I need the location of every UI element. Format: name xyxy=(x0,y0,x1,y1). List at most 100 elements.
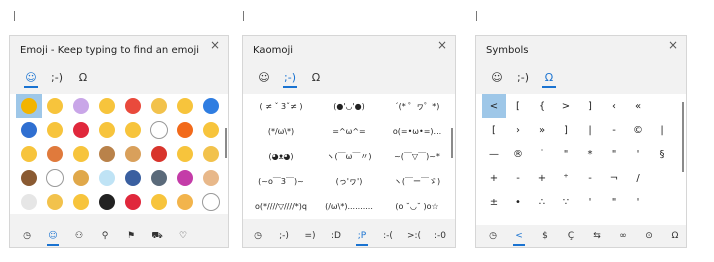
emoji-cell[interactable] xyxy=(42,118,68,142)
emoji-cell[interactable] xyxy=(68,190,94,214)
emoji-cell[interactable] xyxy=(94,142,120,166)
math-category[interactable]: ∞ xyxy=(610,225,636,247)
symbol-cell[interactable]: [ xyxy=(482,118,506,142)
symbol-cell[interactable]: + xyxy=(482,166,506,190)
emoji-cell[interactable] xyxy=(16,94,42,118)
symbol-cell[interactable]: { xyxy=(530,94,554,118)
emoji-cell[interactable] xyxy=(172,118,198,142)
recent-icon[interactable]: ◷ xyxy=(480,225,506,247)
symbol-cell[interactable]: - xyxy=(578,166,602,190)
kaomoji-cell[interactable]: (o ˘◡˘ )o☆ xyxy=(383,194,451,219)
symbol-cell[interactable] xyxy=(650,190,674,214)
kaomoji-category-1[interactable]: ;-) xyxy=(271,225,297,247)
symbol-cell[interactable]: " xyxy=(602,190,626,214)
close-button[interactable]: × xyxy=(437,38,447,52)
balloon-category-icon[interactable]: ⚲ xyxy=(92,225,118,247)
symbol-cell[interactable]: ] xyxy=(554,118,578,142)
tab-kaomoji[interactable]: ;-) xyxy=(277,66,303,88)
kaomoji-category-7[interactable]: :-0 xyxy=(427,225,453,247)
scrollbar[interactable] xyxy=(225,128,227,158)
currency-category[interactable]: $ xyxy=(532,225,558,247)
emoji-cell[interactable] xyxy=(120,94,146,118)
emoji-cell[interactable] xyxy=(16,118,42,142)
kaomoji-category-5[interactable]: :-( xyxy=(375,225,401,247)
symbol-cell[interactable]: ˙ xyxy=(530,142,554,166)
symbol-cell[interactable]: ' xyxy=(626,190,650,214)
tab-emoji[interactable]: ☺ xyxy=(251,66,277,88)
symbol-cell[interactable]: < xyxy=(482,94,506,118)
emoji-cell[interactable] xyxy=(16,142,42,166)
symbol-cell[interactable]: > xyxy=(554,94,578,118)
recent-icon[interactable]: ◷ xyxy=(245,225,271,247)
emoji-cell[interactable] xyxy=(146,190,172,214)
emoji-cell[interactable] xyxy=(146,142,172,166)
emoji-cell[interactable] xyxy=(42,94,68,118)
symbol-cell[interactable]: § xyxy=(650,142,674,166)
symbol-cell[interactable]: ‹ xyxy=(602,94,626,118)
symbol-cell[interactable]: © xyxy=(626,118,650,142)
symbol-cell[interactable]: ∵ xyxy=(554,190,578,214)
symbol-cell[interactable]: ± xyxy=(482,190,506,214)
tab-emoji[interactable]: ☺ xyxy=(18,66,44,88)
scrollbar[interactable] xyxy=(451,128,453,158)
symbol-cell[interactable]: « xyxy=(626,94,650,118)
kaomoji-category-4[interactable]: ;P xyxy=(349,225,375,247)
symbol-cell[interactable]: | xyxy=(650,118,674,142)
symbol-cell[interactable]: ' xyxy=(626,142,650,166)
emoji-cell[interactable] xyxy=(94,118,120,142)
symbol-cell[interactable]: - xyxy=(602,118,626,142)
emoji-cell[interactable] xyxy=(146,118,172,142)
emoji-cell[interactable] xyxy=(68,142,94,166)
symbol-cell[interactable]: » xyxy=(530,118,554,142)
recent-icon[interactable]: ◷ xyxy=(14,225,40,247)
kaomoji-cell[interactable]: (~o￣3￣)~ xyxy=(247,169,315,194)
emoji-cell[interactable] xyxy=(42,142,68,166)
kaomoji-cell[interactable]: =^ω^= xyxy=(315,119,383,144)
heart-category-icon[interactable]: ♡ xyxy=(170,225,196,247)
emoji-cell[interactable] xyxy=(68,166,94,190)
smiley-category-icon[interactable]: ☺ xyxy=(40,225,66,247)
car-category-icon[interactable]: ⛟ xyxy=(144,225,170,247)
emoji-cell[interactable] xyxy=(94,190,120,214)
tab-symbols[interactable]: Ω xyxy=(536,66,562,88)
close-button[interactable]: × xyxy=(668,38,678,52)
emoji-cell[interactable] xyxy=(16,166,42,190)
kaomoji-cell[interactable]: (っ'ヮ') xyxy=(315,169,383,194)
symbol-cell[interactable]: * xyxy=(578,142,602,166)
emoji-cell[interactable] xyxy=(172,190,198,214)
emoji-cell[interactable] xyxy=(120,190,146,214)
symbol-cell[interactable]: ' xyxy=(578,190,602,214)
symbol-cell[interactable] xyxy=(650,94,674,118)
emoji-cell[interactable] xyxy=(68,118,94,142)
kaomoji-cell[interactable]: ˊ(* ゜ヮ゜*) xyxy=(383,94,451,119)
greek-category[interactable]: Ω xyxy=(662,225,686,247)
kaomoji-cell[interactable]: ( ≠ ˇ 3ˇ≠ ) xyxy=(247,94,315,119)
emoji-cell[interactable] xyxy=(42,190,68,214)
arrows-category[interactable]: ⇆ xyxy=(584,225,610,247)
symbol-cell[interactable]: ] xyxy=(578,94,602,118)
kaomoji-category-6[interactable]: >:( xyxy=(401,225,427,247)
tab-symbols[interactable]: Ω xyxy=(70,66,96,88)
emoji-cell[interactable] xyxy=(146,94,172,118)
symbol-cell[interactable]: | xyxy=(578,118,602,142)
emoji-cell[interactable] xyxy=(68,94,94,118)
symbol-cell[interactable]: • xyxy=(506,190,530,214)
geometric-category[interactable]: ⊙ xyxy=(636,225,662,247)
emoji-cell[interactable] xyxy=(146,166,172,190)
kaomoji-category-2[interactable]: =) xyxy=(297,225,323,247)
symbol-cell[interactable]: — xyxy=(482,142,506,166)
emoji-cell[interactable] xyxy=(120,142,146,166)
kaomoji-category-3[interactable]: :D xyxy=(323,225,349,247)
kaomoji-cell[interactable]: (*/ω\*) xyxy=(247,119,315,144)
emoji-cell[interactable] xyxy=(42,166,68,190)
kaomoji-cell[interactable]: o(=•ω•=)... xyxy=(383,119,451,144)
kaomoji-cell[interactable]: ~(￣▽￣)~* xyxy=(383,144,451,169)
symbol-cell[interactable]: ∴ xyxy=(530,190,554,214)
emoji-cell[interactable] xyxy=(198,166,224,190)
symbol-cell[interactable]: / xyxy=(626,166,650,190)
symbol-cell[interactable]: ¬ xyxy=(602,166,626,190)
tab-kaomoji[interactable]: ;-) xyxy=(44,66,70,88)
punctuation-category[interactable]: < xyxy=(506,225,532,247)
kaomoji-cell[interactable]: (●'◡'●) xyxy=(315,94,383,119)
tab-kaomoji[interactable]: ;-) xyxy=(510,66,536,88)
